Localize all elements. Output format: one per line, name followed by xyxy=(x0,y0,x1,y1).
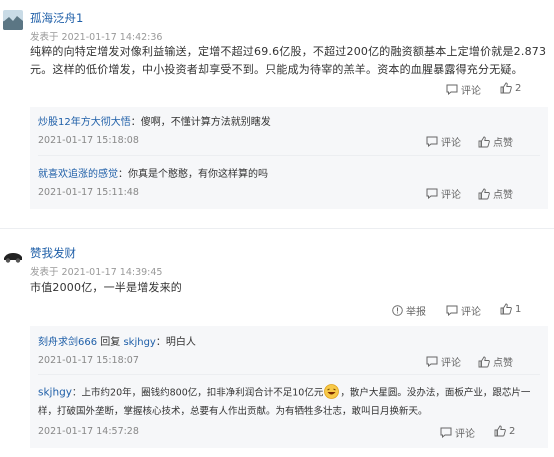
reply-comment-button[interactable]: 评论 xyxy=(440,425,475,440)
comment-time: 2021-01-17 14:42:36 xyxy=(61,32,163,43)
reply-username[interactable]: skjhgy xyxy=(38,387,72,399)
like-button[interactable]: 2 xyxy=(500,82,521,94)
reply-separator: ： xyxy=(72,387,82,399)
reply-divider xyxy=(38,155,540,156)
like-count: 2 xyxy=(515,82,522,94)
reply-time: 2021-01-17 15:11:48 xyxy=(38,187,139,198)
avatar[interactable] xyxy=(3,10,23,30)
avatar-landscape-icon xyxy=(3,10,23,30)
comment-username[interactable]: 孤海泛舟1 xyxy=(30,10,83,26)
time-prefix: 发表于 xyxy=(30,32,59,43)
like-count: 2 xyxy=(509,425,516,437)
reply-separator: ： xyxy=(130,117,141,128)
comment-icon xyxy=(426,136,438,147)
comment-icon xyxy=(446,84,458,95)
thumbs-up-icon xyxy=(478,356,490,367)
reply-separator: ： xyxy=(155,337,166,348)
comment-text-line: 纯粹的向特定增发对像利益输送，定增不超过69.6亿股，不超过200亿的融资额基本… xyxy=(30,45,547,58)
reply-text: 傻啊，不懂计算方法就别瞎发 xyxy=(140,117,271,128)
thumbs-up-icon xyxy=(478,136,490,147)
comment-label: 评论 xyxy=(441,358,461,369)
reply-comment-button[interactable]: 评论 xyxy=(426,354,461,369)
like-button[interactable]: 1 xyxy=(500,303,521,315)
reply-text: ，散户大星圆。没办法，面板产业，跟芯片一 xyxy=(340,387,531,399)
comment-text: 市值2000亿，一半是增发来的 xyxy=(30,279,550,297)
comment-text-line: 市值2000亿，一半是增发来的 xyxy=(30,281,182,294)
reply-username[interactable]: 就喜欢追涨的感觉 xyxy=(38,169,118,180)
reply-like-button[interactable]: 点赞 xyxy=(478,354,513,369)
comment-meta: 发表于 2021-01-17 14:42:36 xyxy=(30,29,162,43)
comment-meta: 发表于 2021-01-17 14:39:45 xyxy=(30,264,162,278)
reply-text: 上市约20年，圈钱约800亿，扣非净利润合计不足10亿元 xyxy=(81,387,324,399)
reply-text: 明白人 xyxy=(165,337,196,348)
comment-label: 评论 xyxy=(461,86,481,97)
comment-label: 评论 xyxy=(441,138,461,149)
reply-username[interactable]: 刻舟求剑666 xyxy=(38,337,97,348)
reply-item: 炒股12年方大彻大悟：傻啊，不懂计算方法就别瞎发 xyxy=(38,113,271,128)
reply-like-button[interactable]: 点赞 xyxy=(478,186,513,201)
comment-time: 2021-01-17 14:39:45 xyxy=(61,267,163,278)
thumbs-up-icon xyxy=(478,188,490,199)
comment-button[interactable]: 评论 xyxy=(446,82,481,97)
like-label: 点赞 xyxy=(493,358,513,369)
reply-item: 就喜欢追涨的感觉：你真是个憨憨，有你这样算的吗 xyxy=(38,165,268,180)
reply-item: skjhgy：上市约20年，圈钱约800亿，扣非净利润合计不足10亿元 ，散户大… xyxy=(38,384,530,402)
reply-time: 2021-01-17 15:18:08 xyxy=(38,135,139,146)
reply-time: 2021-01-17 14:57:28 xyxy=(38,426,139,437)
reply-time: 2021-01-17 15:18:07 xyxy=(38,355,139,366)
report-button[interactable]: 举报 xyxy=(392,303,426,318)
like-label: 点赞 xyxy=(493,138,513,149)
reply-text: 你真是个憨憨，有你这样算的吗 xyxy=(128,169,268,180)
reply-divider xyxy=(38,374,540,375)
report-label: 举报 xyxy=(406,307,426,318)
comment-label: 评论 xyxy=(441,190,461,201)
comment-icon xyxy=(426,356,438,367)
comment-label: 评论 xyxy=(455,429,475,440)
comment-username[interactable]: 赞我发财 xyxy=(30,245,76,261)
thumbs-up-icon xyxy=(500,303,512,315)
comment-icon xyxy=(446,305,458,316)
reply-like-button[interactable]: 点赞 xyxy=(478,134,513,149)
warning-icon xyxy=(392,305,403,316)
reply-comment-button[interactable]: 评论 xyxy=(426,186,461,201)
reply-comment-button[interactable]: 评论 xyxy=(426,134,461,149)
comment-label: 评论 xyxy=(461,307,481,318)
reply-text-line: 样，打破国外垄断，掌握核心技术，总要有人作出贡献。为有牺牲多壮志，敢叫日月换新天… xyxy=(38,406,428,417)
comment-divider xyxy=(0,228,554,229)
comment-icon xyxy=(440,427,452,438)
reply-separator: ： xyxy=(118,169,128,180)
thumbs-up-icon xyxy=(494,425,506,437)
comment-icon xyxy=(426,188,438,199)
comment-button[interactable]: 评论 xyxy=(446,303,481,318)
comment-text: 纯粹的向特定增发对像利益输送，定增不超过69.6亿股，不超过200亿的融资额基本… xyxy=(30,43,550,79)
time-prefix: 发表于 xyxy=(30,267,59,278)
avatar-car-icon xyxy=(3,245,23,265)
like-count: 1 xyxy=(515,303,522,315)
reply-word: 回复 xyxy=(100,337,121,348)
emoji-laugh-icon xyxy=(324,384,340,402)
comment-text-line: 元。这样的低价增发，中小投资者却享受不到。只能成为待宰的羔羊。资本的血腥暴露得充… xyxy=(30,63,523,76)
reply-like-button[interactable]: 2 xyxy=(494,425,515,437)
thumbs-up-icon xyxy=(500,82,512,94)
reply-username[interactable]: 炒股12年方大彻大悟 xyxy=(38,117,131,128)
avatar[interactable] xyxy=(3,245,23,265)
like-label: 点赞 xyxy=(493,190,513,201)
reply-to-username[interactable]: skjhgy xyxy=(123,337,155,348)
reply-item: 刻舟求剑666 回复 skjhgy：明白人 xyxy=(38,333,196,348)
